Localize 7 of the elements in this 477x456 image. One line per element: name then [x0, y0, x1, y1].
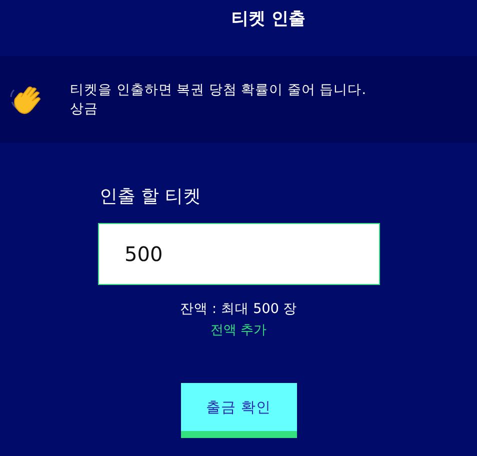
ticket-amount-field[interactable]: 500 [98, 223, 380, 285]
add-all-link[interactable]: 전액 추가 [210, 321, 267, 339]
notice-text: 티켓을 인출하면 복권 당첨 확률이 줄어 듭니다. 상금 [70, 80, 366, 118]
page-title: 티켓 인출 [232, 8, 306, 31]
confirm-withdrawal-button[interactable]: 출금 확인 [180, 383, 296, 438]
balance-text: 잔액 : 최대 500 장 [180, 300, 298, 318]
field-label: 인출 할 티켓 [100, 185, 202, 209]
